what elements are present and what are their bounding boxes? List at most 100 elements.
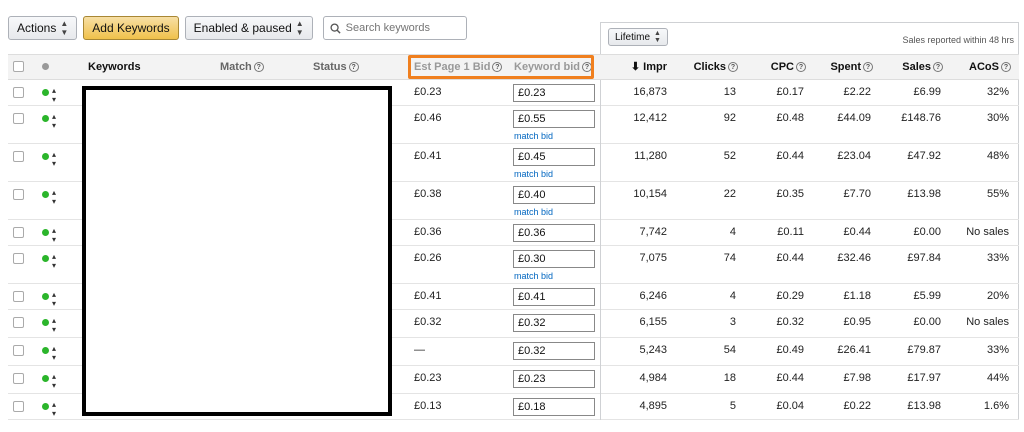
status-enabled-icon[interactable] <box>42 229 49 236</box>
updown-arrows-icon: ▲ ▼ <box>654 30 661 44</box>
status-dropdown-arrow-icon[interactable]: ▴ ▾ <box>52 290 56 308</box>
impr-cell: 6,246 <box>639 290 667 302</box>
cpc-cell: £0.04 <box>776 400 804 412</box>
updown-arrows-icon: ▲ ▼ <box>295 19 304 37</box>
row-checkbox[interactable] <box>13 317 24 328</box>
keyword-bid-input[interactable] <box>513 186 595 204</box>
row-checkbox[interactable] <box>13 87 24 98</box>
keyword-bid-input[interactable] <box>513 342 595 360</box>
row-checkbox[interactable] <box>13 227 24 238</box>
keywords-header[interactable]: Keywords <box>88 55 141 79</box>
est-page1-bid-cell: £0.41 <box>414 150 442 162</box>
keyword-bid-input[interactable] <box>513 398 595 416</box>
est-page1-bid-cell: £0.13 <box>414 400 442 412</box>
row-checkbox[interactable] <box>13 113 24 124</box>
keyword-bid-input[interactable] <box>513 110 595 128</box>
acos-cell: 20% <box>986 290 1009 302</box>
row-checkbox[interactable] <box>13 151 24 162</box>
select-all-checkbox[interactable] <box>13 61 24 72</box>
help-icon[interactable]: ? <box>253 62 264 73</box>
help-icon[interactable]: ? <box>348 62 359 73</box>
add-keywords-button[interactable]: Add Keywords <box>83 16 179 40</box>
acos-cell: 33% <box>986 252 1009 264</box>
status-dropdown-arrow-icon[interactable]: ▴ ▾ <box>52 252 56 270</box>
help-icon[interactable]: ? <box>1001 62 1011 73</box>
est-page1-bid-cell: £0.23 <box>414 372 442 384</box>
status-enabled-icon[interactable] <box>42 403 49 410</box>
status-enabled-icon[interactable] <box>42 293 49 300</box>
row-checkbox[interactable] <box>13 291 24 302</box>
match-bid-link[interactable]: match bid <box>514 169 553 179</box>
search-box[interactable] <box>322 16 467 40</box>
cpc-cell: £0.17 <box>776 86 804 98</box>
status-dropdown-arrow-icon[interactable]: ▴ ▾ <box>52 226 56 244</box>
status-enabled-icon[interactable] <box>42 153 49 160</box>
keyword-bid-input[interactable] <box>513 250 595 268</box>
status-dropdown-arrow-icon[interactable]: ▴ ▾ <box>52 150 56 168</box>
status-enabled-icon[interactable] <box>42 319 49 326</box>
search-input[interactable] <box>345 22 446 34</box>
keyword-bid-input[interactable] <box>513 314 595 332</box>
cpc-cell: £0.11 <box>777 226 804 238</box>
spent-header-label: Spent <box>830 61 861 73</box>
status-header[interactable]: Status? <box>313 55 359 79</box>
status-dot-icon <box>42 63 49 70</box>
sales-cell: £13.98 <box>907 188 941 200</box>
keyword-bid-input[interactable] <box>513 84 595 102</box>
help-icon[interactable]: ? <box>796 62 806 73</box>
cpc-header-label: CPC <box>770 61 794 73</box>
est-page1-bid-cell: £0.36 <box>414 226 442 238</box>
impr-cell: 4,984 <box>639 372 667 384</box>
date-range-dropdown[interactable]: Lifetime ▲ ▼ <box>608 28 668 46</box>
keyword-bid-input[interactable] <box>513 370 595 388</box>
clicks-cell: 18 <box>723 372 736 384</box>
sales-header[interactable]: Sales? <box>883 55 943 79</box>
row-checkbox[interactable] <box>13 373 24 384</box>
status-filter-dropdown[interactable]: Enabled & paused ▲ ▼ <box>184 16 313 40</box>
impr-cell: 4,895 <box>639 400 667 412</box>
clicks-header[interactable]: Clicks? <box>678 55 738 79</box>
help-icon[interactable]: ? <box>933 62 943 73</box>
est-page1-bid-cell: — <box>414 344 425 356</box>
cpc-cell: £0.44 <box>776 372 804 384</box>
status-dropdown-arrow-icon[interactable]: ▴ ▾ <box>52 372 56 390</box>
status-enabled-icon[interactable] <box>42 375 49 382</box>
help-icon[interactable]: ? <box>728 62 738 73</box>
status-dropdown-arrow-icon[interactable]: ▴ ▾ <box>52 400 56 418</box>
spent-cell: £0.95 <box>843 316 871 328</box>
status-enabled-icon[interactable] <box>42 115 49 122</box>
cpc-cell: £0.44 <box>776 252 804 264</box>
clicks-cell: 74 <box>723 252 736 264</box>
status-enabled-icon[interactable] <box>42 191 49 198</box>
cpc-cell: £0.48 <box>776 112 804 124</box>
keyword-bid-input[interactable] <box>513 288 595 306</box>
actions-dropdown[interactable]: Actions ▲ ▼ <box>8 16 78 40</box>
status-enabled-icon[interactable] <box>42 255 49 262</box>
impr-cell: 7,075 <box>639 252 667 264</box>
status-dropdown-arrow-icon[interactable]: ▴ ▾ <box>52 344 56 362</box>
status-dropdown-arrow-icon[interactable]: ▴ ▾ <box>52 86 56 104</box>
status-dropdown-arrow-icon[interactable]: ▴ ▾ <box>52 112 56 130</box>
keyword-bid-input[interactable] <box>513 148 595 166</box>
status-dropdown-arrow-icon[interactable]: ▴ ▾ <box>52 316 56 334</box>
status-enabled-icon[interactable] <box>42 347 49 354</box>
impr-header[interactable]: ⬇ Impr <box>612 55 667 79</box>
sales-cell: £0.00 <box>913 316 941 328</box>
est-page1-bid-cell: £0.23 <box>414 86 442 98</box>
match-bid-link[interactable]: match bid <box>514 131 553 141</box>
status-enabled-icon[interactable] <box>42 89 49 96</box>
acos-header[interactable]: ACoS? <box>953 55 1011 79</box>
row-checkbox[interactable] <box>13 345 24 356</box>
match-header[interactable]: Match? <box>220 55 264 79</box>
match-bid-link[interactable]: match bid <box>514 207 553 217</box>
row-checkbox[interactable] <box>13 253 24 264</box>
row-checkbox[interactable] <box>13 189 24 200</box>
cpc-header[interactable]: CPC? <box>748 55 806 79</box>
keyword-bid-input[interactable] <box>513 224 595 242</box>
help-icon[interactable]: ? <box>863 62 873 73</box>
match-bid-link[interactable]: match bid <box>514 271 553 281</box>
row-checkbox[interactable] <box>13 401 24 412</box>
status-dropdown-arrow-icon[interactable]: ▴ ▾ <box>52 188 56 206</box>
acos-cell: 44% <box>986 372 1009 384</box>
spent-header[interactable]: Spent? <box>813 55 873 79</box>
